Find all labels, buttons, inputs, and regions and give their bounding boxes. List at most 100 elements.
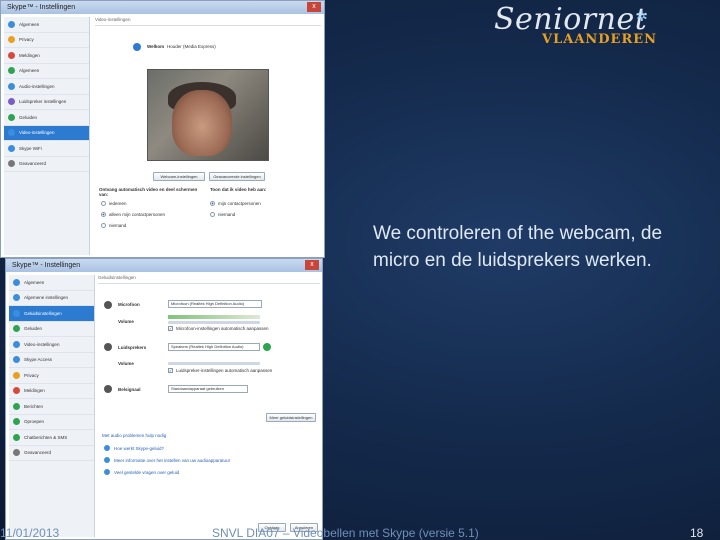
sidebar-item[interactable]: Algemeen bbox=[9, 275, 94, 291]
seniornet-logo: Seniornet ✲ VLAANDEREN bbox=[494, 2, 664, 48]
sidebar-item-label: Audio-instellingen bbox=[19, 83, 55, 89]
help-header: Met audio problemen hulp nodig bbox=[102, 433, 167, 438]
play-test-icon[interactable] bbox=[263, 343, 271, 351]
advanced-settings-button[interactable]: Geavanceerde instellingen bbox=[209, 172, 265, 181]
sidebar-item-label: Algemeen bbox=[19, 21, 40, 27]
sidebar-item[interactable]: Privacy bbox=[9, 368, 94, 384]
skype-video-settings-window: Skype™ - Instellingen x Algemeen Privacy M… bbox=[0, 0, 325, 258]
sidebar-item-label: Algemene instellingen bbox=[24, 295, 69, 301]
radio-button[interactable] bbox=[101, 223, 106, 229]
sidebar-item[interactable]: Meldingen bbox=[9, 384, 94, 399]
microphone-label: Microfoon bbox=[118, 302, 140, 307]
slide-caption: We controleren of the webcam, de micro e… bbox=[373, 223, 663, 271]
radio-button[interactable] bbox=[210, 212, 215, 218]
auto-video-option-contacts[interactable]: alleen mijn contactpersonen bbox=[101, 212, 165, 218]
sidebar-item-label: Skype Access bbox=[24, 357, 53, 363]
mic-volume-label: Volume bbox=[118, 319, 134, 324]
mic-level-meter bbox=[168, 315, 260, 319]
radio-button-selected[interactable] bbox=[210, 201, 215, 207]
more-sound-settings-button[interactable]: Meer geluidsinstellingen bbox=[266, 413, 316, 422]
sidebar-item[interactable]: Algemene instellingen bbox=[9, 291, 94, 306]
sidebar-item-label: Video-instellingen bbox=[19, 130, 55, 136]
sidebar-item-label: Geluiden bbox=[19, 114, 38, 120]
sidebar-item[interactable]: Geavanceerd bbox=[4, 157, 89, 172]
checkbox-label: Microfoon-instellingen automatisch aanpa… bbox=[176, 326, 269, 331]
speakers-label: Luidsprekers bbox=[118, 345, 147, 350]
webcam-preview bbox=[147, 69, 269, 161]
sidebar-item-label: Algemeen bbox=[24, 279, 45, 285]
sidebar-item[interactable]: Geluiden bbox=[4, 110, 89, 126]
sidebar-item-icon bbox=[8, 113, 15, 121]
sidebar-item-label: Chatberichten & SMS bbox=[24, 434, 68, 440]
help-link-icon bbox=[104, 457, 110, 463]
footer-date: 11/01/2013 bbox=[0, 526, 60, 540]
show-video-option-contacts[interactable]: mijn contactpersonen bbox=[210, 201, 261, 207]
checkbox-checked[interactable]: ✓ bbox=[168, 368, 173, 374]
sidebar-item-icon bbox=[8, 67, 15, 75]
sidebar-item[interactable]: Geluiden bbox=[9, 322, 94, 337]
window-titlebar[interactable]: Skype™ - Instellingen x bbox=[1, 1, 324, 14]
skype-audio-settings-window: Skype™ - Instellingen x Algemeen Algemene… bbox=[5, 258, 323, 540]
sidebar-item-icon bbox=[8, 98, 15, 106]
window-title: Skype™ - Instellingen bbox=[7, 4, 76, 11]
mic-auto-adjust[interactable]: ✓ Microfoon-instellingen automatisch aanp… bbox=[168, 326, 269, 332]
microphone-icon bbox=[104, 301, 112, 309]
sidebar-item-label: Privacy bbox=[19, 37, 34, 43]
sidebar-item-icon bbox=[13, 294, 20, 302]
speakers-select[interactable]: Speakers (Realtek High Definition Audio) bbox=[168, 343, 260, 351]
sidebar-item[interactable]: Skype Access bbox=[9, 353, 94, 368]
sidebar-item-icon bbox=[8, 160, 15, 168]
sidebar-item-icon bbox=[13, 325, 20, 333]
mic-volume-slider[interactable] bbox=[168, 321, 260, 324]
video-settings-panel: Video-instellingen Welkom Houder (Media … bbox=[95, 17, 321, 255]
help-link[interactable]: Meer informatie over het instellen van u… bbox=[114, 458, 230, 463]
sidebar-item[interactable]: Geavanceerd bbox=[9, 446, 94, 461]
sidebar-item-icon bbox=[8, 20, 15, 28]
panel-title: Geluidsinstellingen bbox=[98, 275, 320, 284]
sidebar-item[interactable]: Privacy bbox=[4, 33, 89, 48]
sidebar-item[interactable]: Meldingen bbox=[4, 48, 89, 64]
sidebar-item[interactable]: Skype WiFi bbox=[4, 141, 89, 157]
sparkle-icon: ✲ bbox=[636, 8, 648, 24]
sidebar-item[interactable]: Video-instellingen bbox=[4, 125, 89, 141]
show-video-option-nobody[interactable]: niemand bbox=[210, 212, 235, 218]
help-link[interactable]: Hoe werkt Skype-geluid? bbox=[114, 446, 164, 451]
webcam-settings-button[interactable]: Webcam-instellingen bbox=[153, 172, 205, 181]
radio-button[interactable] bbox=[101, 201, 106, 207]
sidebar-item-icon bbox=[8, 144, 15, 152]
sidebar-item-label: Berichten bbox=[24, 403, 44, 409]
option-label: niemand bbox=[109, 223, 127, 228]
sidebar-item[interactable]: Video-instellingen bbox=[9, 337, 94, 353]
ringer-select[interactable]: Standaardapparaat gebruiken bbox=[168, 385, 248, 393]
help-link[interactable]: Veel gestelde vragen over geluid bbox=[114, 470, 179, 475]
settings-sidebar: Algemeen Algemene instellingen Geluidsinst… bbox=[9, 275, 95, 537]
speakers-volume-slider[interactable] bbox=[168, 362, 260, 365]
auto-video-option-nobody[interactable]: niemand bbox=[101, 223, 127, 229]
window-titlebar[interactable]: Skype™ - Instellingen x bbox=[6, 259, 322, 272]
sidebar-item-icon bbox=[13, 340, 20, 348]
sidebar-item[interactable]: Audio-instellingen bbox=[4, 79, 89, 95]
speaker-icon bbox=[104, 343, 112, 351]
sidebar-item-label: Geavanceerd bbox=[24, 450, 52, 456]
sidebar-item[interactable]: Oproepen bbox=[9, 415, 94, 430]
speakers-auto-adjust[interactable]: ✓ Luidspreker-instellingen automatisch aa… bbox=[168, 368, 272, 374]
sidebar-item[interactable]: Algemeen bbox=[4, 17, 89, 33]
sidebar-item[interactable]: Luidspreker instellingen bbox=[4, 95, 89, 110]
radio-button-selected[interactable] bbox=[101, 212, 106, 218]
sidebar-item[interactable]: Algemeen bbox=[4, 64, 89, 79]
sidebar-item-label: Video-instellingen bbox=[24, 341, 60, 347]
microphone-select[interactable]: Microfoon (Realtek High Definition Audio… bbox=[168, 300, 262, 308]
sidebar-item[interactable]: Berichten bbox=[9, 399, 94, 415]
auto-video-option-everyone[interactable]: iedereen bbox=[101, 201, 127, 207]
sidebar-item-icon bbox=[8, 82, 15, 90]
sidebar-item[interactable]: Geluidsinstellingen bbox=[9, 306, 94, 322]
window-title: Skype™ - Instellingen bbox=[12, 262, 81, 269]
sidebar-item-label: Geavanceerd bbox=[19, 161, 47, 167]
option-label: mijn contactpersonen bbox=[218, 201, 261, 206]
sidebar-item[interactable]: Chatberichten & SMS bbox=[9, 430, 94, 446]
close-button[interactable]: x bbox=[305, 260, 319, 270]
ringer-label: Belsignaal bbox=[118, 387, 141, 392]
checkbox-checked[interactable]: ✓ bbox=[168, 326, 173, 332]
close-button[interactable]: x bbox=[307, 2, 321, 12]
show-video-header: Toon dat ik video heb aan: bbox=[210, 187, 267, 192]
